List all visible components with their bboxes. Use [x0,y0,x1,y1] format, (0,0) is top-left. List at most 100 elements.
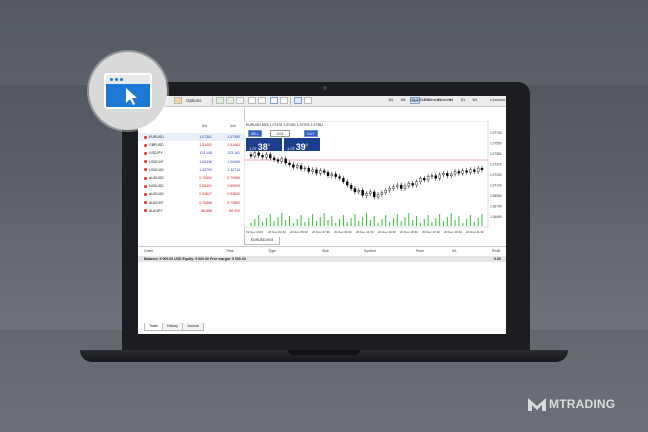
symbol-name: AUDCAD [149,192,164,197]
column-time-header[interactable]: Time [226,249,234,253]
candle-body [457,171,461,174]
volume-bar [331,216,333,226]
zoom-in-icon[interactable] [248,97,256,104]
candle-body [269,154,272,159]
terminal-panel: Order Time Type Size Symbol Price S/L Profit Ba… [138,246,506,334]
tab-history[interactable]: History [162,323,183,331]
price-axis-label: 1.06450 [490,215,502,219]
candle-body [380,192,384,195]
volume-bar [466,219,468,226]
auto-scroll-icon[interactable] [280,97,288,104]
candle-body [346,181,349,186]
text-label-icon[interactable] [348,97,356,104]
candle-body [453,171,457,175]
candle-body [399,184,403,189]
symbol-row-eurusd[interactable]: EURUSD 1.07381 1.07390 [138,133,244,141]
column-order-header[interactable]: Order [144,249,153,253]
bar-chart-icon[interactable] [216,97,224,104]
volume-bar [404,217,406,226]
market-watch-header: Bid Ask [138,124,244,130]
mtrading-logo: MTRADING [527,394,637,414]
volume-bar [439,214,441,226]
trendline-icon[interactable] [338,97,346,104]
price-axis-label: 1.06980 [490,194,502,198]
bid-price: 1.51452 [199,143,212,148]
tab-trade[interactable]: Trade [144,323,163,331]
symbol-row-usdchf[interactable]: USDCHF 1.00436 1.00466 [138,158,244,166]
candle-body [307,167,310,172]
chart-title: EURUSD,M15 1.07478 1.07491 1.07375 1.073… [246,123,324,127]
sell-button[interactable]: SELL [248,130,262,137]
timeframe-w1-button[interactable]: W1 [470,97,480,104]
timeframe-d1-button[interactable]: D1 [458,97,468,104]
column-type-header[interactable]: Type [268,249,276,253]
tab-journal[interactable]: Journal [182,323,204,331]
column-size-header[interactable]: Size [322,249,329,253]
one-click-trading-panel: SELL 0.01 BUY 1.07381 1.07390 [246,130,320,153]
volume-bar [450,213,452,226]
volume-bar [281,213,283,226]
timeframe-m5-button[interactable]: M5 [398,97,408,104]
line-chart-icon[interactable] [236,97,244,104]
symbol-row-audcad[interactable]: AUDCAD 0.93627 0.93652 [138,190,244,198]
buy-price-box[interactable]: 1.07390 [284,138,320,152]
symbol-status-icon [144,192,147,196]
symbol-status-icon [144,209,147,213]
symbol-row-audusd[interactable]: AUDUSD 0.70554 0.70566 [138,174,244,182]
column-profit-header[interactable]: Profit [492,249,500,253]
volume-bar [277,217,279,226]
symbol-row-usdjpy[interactable]: USDJPY 123.148 123.161 [138,149,244,157]
candle-body [361,189,364,196]
symbol-row-audjpy[interactable]: AUDJPY 86.885 86.909 [138,207,244,215]
zoom-out-icon[interactable] [258,97,266,104]
timeframe-m1-button[interactable]: M1 [386,97,396,104]
volume-bar [419,223,421,226]
laptop-notch [288,350,360,355]
candle-body [384,189,387,193]
chart-window: 1.07730 1.07590 1.07381 1.07370 1.07250 1.071… [244,121,506,245]
chart-tab[interactable]: EURUSD,M15 [244,237,280,245]
channel-tool-icon[interactable] [370,97,378,104]
candle-body [349,184,353,189]
crosshair-icon[interactable] [304,97,312,104]
cursor-icon[interactable] [294,97,302,104]
time-axis-label: 19 Nov 2015 [246,230,263,234]
volume-bar [377,223,379,226]
candle-body [411,183,414,186]
vertical-line-icon[interactable] [318,97,326,104]
symbol-row-audchf[interactable]: AUDCHF 0.70868 0.70892 [138,199,244,207]
sell-price-box[interactable]: 1.07381 [246,138,282,152]
symbol-row-nzdusd[interactable]: NZDUSD 0.65491 0.65509 [138,182,244,190]
chart-shift-icon[interactable] [270,97,278,104]
column-symbol-header[interactable]: Symbol [364,249,376,253]
menu-options[interactable]: Options [186,98,202,103]
arrow-tool-icon[interactable] [360,97,368,104]
folder-icon[interactable] [174,97,182,104]
column-sl-header[interactable]: S/L [452,249,457,253]
symbol-row-usdcad[interactable]: USDCAD 1.32709 1.32714 [138,166,244,174]
account-menu[interactable]: s Account [490,98,505,102]
candle-body [469,169,472,173]
volume-bar [412,220,414,226]
buy-button[interactable]: BUY [304,130,318,137]
price-axis-label: 1.07140 [490,184,502,188]
column-price-header[interactable]: Price [416,249,424,253]
bid-price: 1.00436 [199,159,212,164]
symbol-name: USDJPY [149,151,163,156]
trading-platform-screen: Options M1 M5 M15 M30 H1 H4 D1 W1 23137644: Adm… [138,96,506,334]
horizontal-line-icon[interactable] [328,97,336,104]
volume-bar [335,223,337,226]
volume-bar [350,218,352,226]
volume-bar [304,222,306,226]
volume-bar [454,220,456,226]
sell-price-prefix: 1.07 [249,146,257,151]
bid-price: 123.148 [199,151,212,156]
lot-size-input[interactable]: 0.01 [270,130,290,137]
candlestick-chart-icon[interactable] [226,97,234,104]
balance-row: Balance: 5 000.00 USD Equity: 5 000.00 F… [138,256,506,262]
symbol-row-gbpusd[interactable]: GBPUSD 1.51452 1.51462 [138,141,244,149]
time-axis-label: 20 Nov 13:30 [378,230,396,234]
candle-body [438,174,441,179]
candle-body [326,172,330,176]
time-axis-label: 20 Nov 09:30 [334,230,352,234]
